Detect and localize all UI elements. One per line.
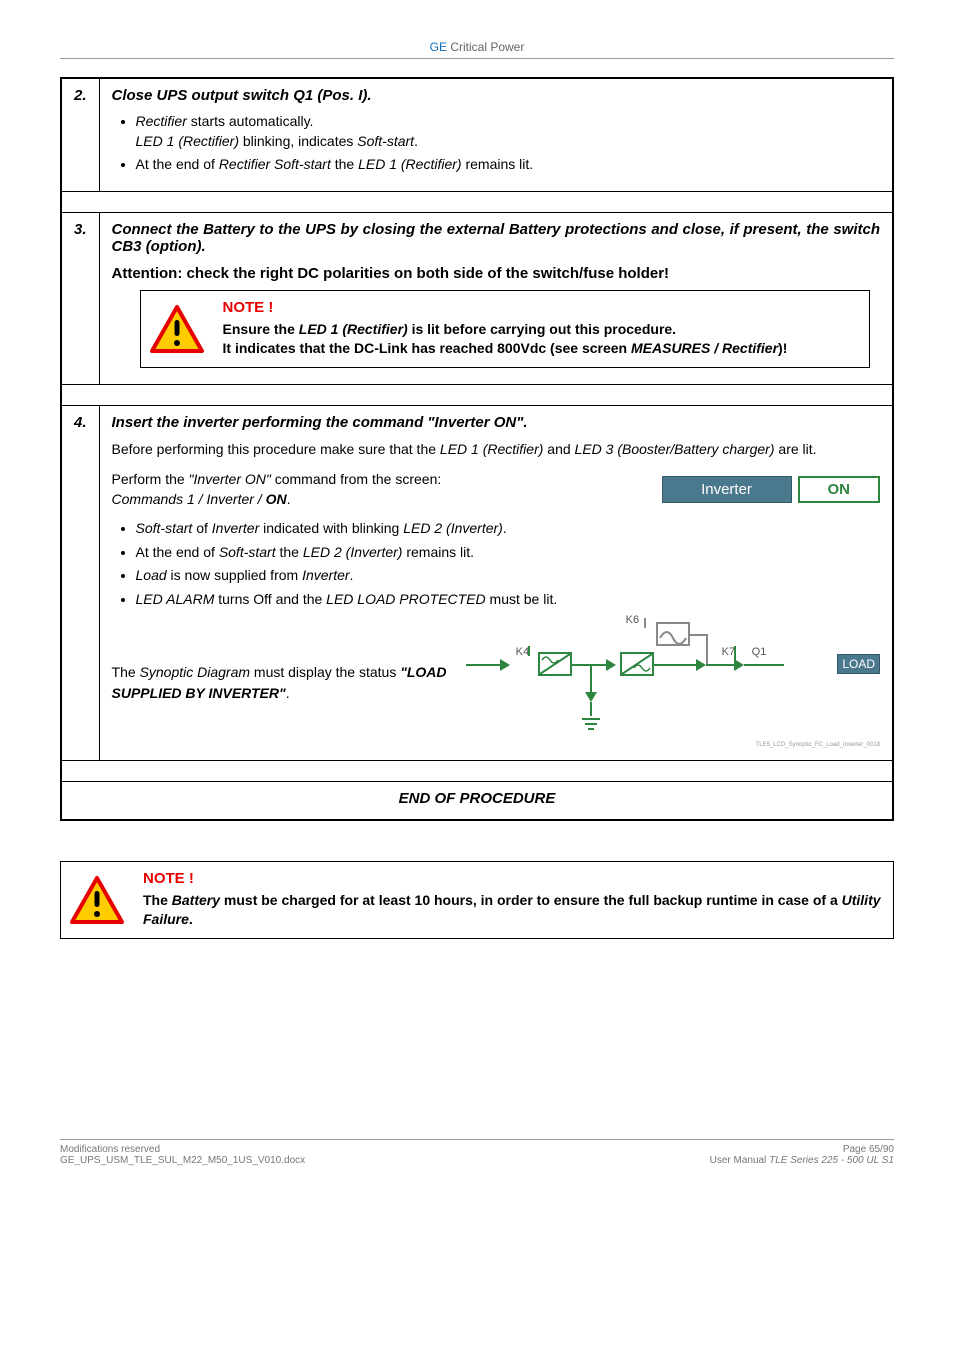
spacer-2 bbox=[62, 384, 893, 405]
end-row: END OF PROCEDURE bbox=[62, 781, 893, 819]
inverter-button[interactable]: Inverter bbox=[662, 476, 792, 503]
header-ge: GE bbox=[430, 40, 447, 54]
page-footer: Modifications reserved GE_UPS_USM_TLE_SU… bbox=[60, 1139, 894, 1166]
step-3-row: 3. Connect the Battery to the UPS by clo… bbox=[62, 212, 893, 384]
synoptic-diagram: K6 K4 bbox=[466, 618, 880, 748]
step-3-title: Connect the Battery to the UPS by closin… bbox=[112, 221, 880, 255]
step-4-synoptic-text: The Synoptic Diagram must display the st… bbox=[112, 662, 450, 704]
k6-label: K6 bbox=[626, 614, 639, 626]
step-4-command-row: Perform the "Inverter ON" command from t… bbox=[112, 470, 880, 509]
step-2-subline: LED 1 (Rectifier) blinking, indicates So… bbox=[136, 132, 880, 152]
step-2-row: 2. Close UPS output switch Q1 (Pos. I). … bbox=[62, 79, 893, 192]
step-4-title: Insert the inverter performing the comma… bbox=[112, 414, 880, 431]
step-4-number: 4. bbox=[62, 405, 100, 760]
step-4-bullet-1: Soft-start of Inverter indicated with bl… bbox=[136, 519, 880, 539]
step-4-intro: Before performing this procedure make su… bbox=[112, 439, 880, 460]
step-3-number: 3. bbox=[62, 212, 100, 384]
step-4-bullet-4: LED ALARM turns Off and the LED LOAD PRO… bbox=[136, 590, 880, 610]
step-3-note-body: Ensure the LED 1 (Rectifier) is lit befo… bbox=[223, 320, 859, 359]
footer-file: GE_UPS_USM_TLE_SUL_M22_M50_1US_V010.docx bbox=[60, 1155, 305, 1166]
step-4-body: Insert the inverter performing the comma… bbox=[99, 405, 892, 760]
warning-icon bbox=[69, 875, 125, 925]
footer-manual: User Manual TLE Series 225 - 500 UL S1 bbox=[710, 1155, 894, 1166]
footer-mod: Modifications reserved bbox=[60, 1144, 305, 1155]
final-note-box: NOTE ! The Battery must be charged for a… bbox=[60, 861, 894, 939]
step-2-bullet-2: At the end of Rectifier Soft-start the L… bbox=[136, 155, 880, 175]
header-cp: Critical Power bbox=[447, 40, 524, 54]
warning-icon bbox=[149, 304, 205, 354]
procedure-box: 2. Close UPS output switch Q1 (Pos. I). … bbox=[60, 77, 894, 821]
step-4-row: 4. Insert the inverter performing the co… bbox=[62, 405, 893, 760]
spacer-3 bbox=[62, 760, 893, 781]
diagram-id: TLE5_LCD_Synoptic_FC_Load_Inverter_0018 bbox=[756, 742, 880, 748]
on-button[interactable]: ON bbox=[798, 476, 881, 503]
step-4-bullet-2: At the end of Soft-start the LED 2 (Inve… bbox=[136, 543, 880, 563]
step-3-note-title: NOTE ! bbox=[223, 299, 859, 316]
footer-page: Page 65/90 bbox=[710, 1144, 894, 1155]
step-2-body: Close UPS output switch Q1 (Pos. I). Rec… bbox=[99, 79, 892, 192]
step-3-attention: Attention: check the right DC polarities… bbox=[112, 265, 880, 282]
final-note-body: The Battery must be charged for at least… bbox=[143, 891, 883, 930]
step-3-body: Connect the Battery to the UPS by closin… bbox=[99, 212, 892, 384]
spacer-1 bbox=[62, 191, 893, 212]
load-label: LOAD bbox=[837, 654, 880, 674]
q1-label: Q1 bbox=[752, 646, 767, 658]
step-3-note-box: NOTE ! Ensure the LED 1 (Rectifier) is l… bbox=[140, 290, 870, 368]
page-header: GE Critical Power bbox=[60, 40, 894, 59]
step-2-number: 2. bbox=[62, 79, 100, 192]
step-2-title: Close UPS output switch Q1 (Pos. I). bbox=[112, 87, 880, 104]
final-note-title: NOTE ! bbox=[143, 870, 883, 887]
end-of-procedure: END OF PROCEDURE bbox=[62, 781, 893, 819]
step-4-bullet-3: Load is now supplied from Inverter. bbox=[136, 566, 880, 586]
step-2-bullet-1: Rectifier starts automatically. LED 1 (R… bbox=[136, 112, 880, 151]
